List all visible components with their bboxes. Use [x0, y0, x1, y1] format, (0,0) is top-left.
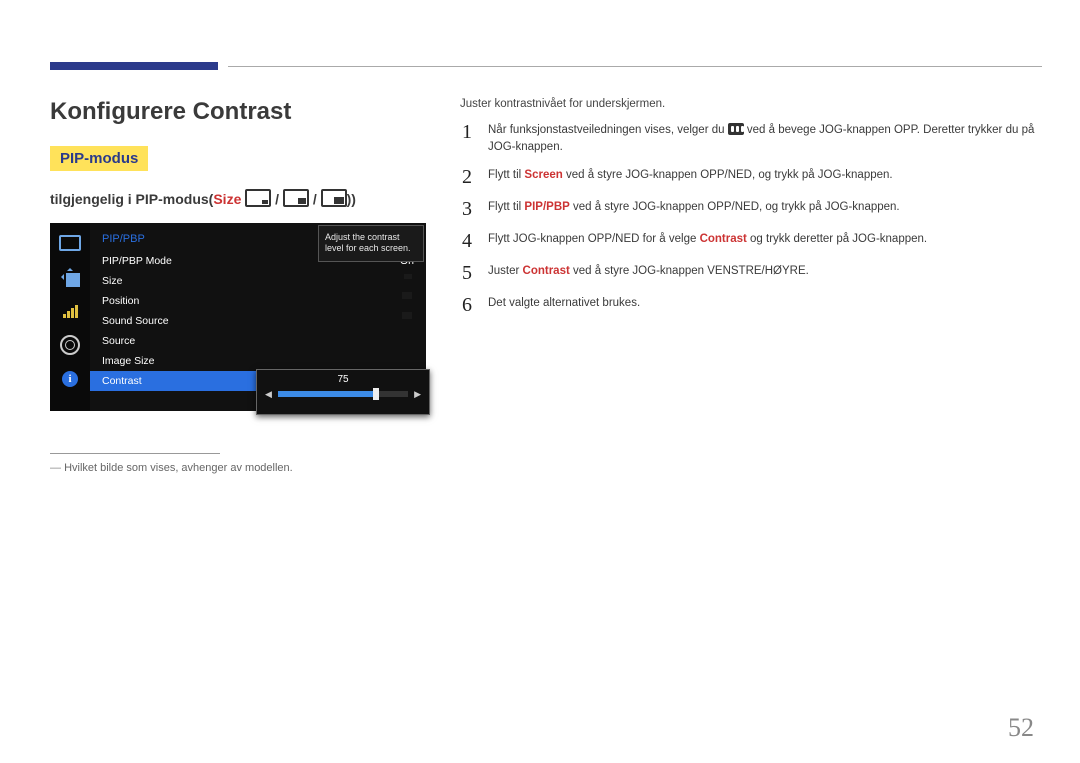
step-text-segment: og trykk deretter på JOG-knappen.: [747, 233, 927, 245]
osd-menu-item: Size: [90, 271, 426, 291]
osd-tooltip: Adjust the contrast level for each scree…: [318, 225, 424, 262]
pip-size-medium-icon: [283, 189, 309, 207]
step-text: Det valgte alternativet brukes.: [488, 295, 640, 315]
bars-icon: [59, 303, 81, 319]
subtitle-prefix: tilgjengelig i PIP-modus(: [50, 191, 213, 207]
step-item: 2 Flytt til Screen ved å styre JOG-knappe…: [460, 167, 1050, 187]
osd-item-label: Position: [102, 295, 139, 307]
steps-list: 1 Når funksjonstastveiledningen vises, ve…: [460, 122, 1050, 315]
slider-bar: [278, 391, 408, 397]
step-text: Flytt JOG-knappen OPP/NED for å velge Co…: [488, 231, 927, 251]
osd-screenshot: i PIP/PBP PIP/PBP ModeOnSizePositionSoun…: [50, 223, 426, 411]
osd-item-label: Size: [102, 275, 122, 287]
step-number: 1: [460, 122, 474, 155]
page-content: Konfigurere Contrast PIP-modus tilgjenge…: [50, 98, 1050, 474]
step-item: 6 Det valgte alternativet brukes.: [460, 295, 1050, 315]
step-number: 3: [460, 199, 474, 219]
osd-item-label: Source: [102, 335, 135, 347]
pip-size-small-icon: [245, 189, 271, 207]
separator: /: [275, 191, 283, 207]
step-text: Når funksjonstastveiledningen vises, vel…: [488, 122, 1050, 155]
subtitle-suffix: )): [347, 191, 356, 207]
slider-track: ◀ ▶: [265, 389, 421, 399]
osd-side-icons: i: [50, 223, 90, 411]
osd-item-label: PIP/PBP Mode: [102, 255, 172, 267]
footnote-rule: [50, 453, 220, 454]
footnote-text: Hvilket bilde som vises, avhenger av mod…: [50, 462, 426, 474]
highlighted-term: PIP/PBP: [524, 201, 569, 213]
step-text: Flytt til PIP/PBP ved å styre JOG-knappe…: [488, 199, 900, 219]
step-text-segment: Når funksjonstastveiledningen vises, vel…: [488, 124, 728, 136]
step-text-segment: Flytt til: [488, 201, 524, 213]
step-text-segment: Flytt til: [488, 169, 524, 181]
step-text-segment: Det valgte alternativet brukes.: [488, 297, 640, 309]
step-item: 3 Flytt til PIP/PBP ved å styre JOG-knapp…: [460, 199, 1050, 219]
step-text-segment: ved å styre JOG-knappen VENSTRE/HØYRE.: [570, 265, 809, 277]
step-text-segment: Flytt JOG-knappen OPP/NED for å velge: [488, 233, 700, 245]
osd-menu: PIP/PBP PIP/PBP ModeOnSizePositionSound …: [90, 223, 426, 411]
right-column: Juster kontrastnivået for underskjermen.…: [460, 98, 1050, 474]
step-text: Flytt til Screen ved å styre JOG-knappen…: [488, 167, 893, 187]
monitor-icon: [59, 235, 81, 251]
slider-value: 75: [265, 374, 421, 385]
osd-menu-item: Image Size: [90, 351, 426, 371]
osd-item-label: Contrast: [102, 375, 142, 387]
info-icon: i: [59, 371, 81, 387]
step-number: 6: [460, 295, 474, 315]
osd-item-label: Image Size: [102, 355, 155, 367]
header-accent-bar: [50, 62, 218, 70]
nav-icon: [59, 269, 81, 285]
menu-button-icon: [728, 123, 744, 135]
step-item: 4 Flytt JOG-knappen OPP/NED for å velge C…: [460, 231, 1050, 251]
step-item: 5 Juster Contrast ved å styre JOG-knappen…: [460, 263, 1050, 283]
slider-left-arrow-icon: ◀: [265, 389, 272, 400]
header-rule: [228, 66, 1042, 67]
step-number: 2: [460, 167, 474, 187]
osd-item-label: Sound Source: [102, 315, 169, 327]
contrast-slider-popup: 75 ◀ ▶: [256, 369, 430, 415]
step-text-segment: ved å styre JOG-knappen OPP/NED, og tryk…: [563, 169, 893, 181]
step-number: 4: [460, 231, 474, 251]
osd-menu-item: Sound Source: [90, 311, 426, 331]
intro-text: Juster kontrastnivået for underskjermen.: [460, 98, 1050, 110]
highlighted-term: Contrast: [700, 233, 747, 245]
gear-icon: [59, 337, 81, 353]
page-number: 52: [1008, 713, 1034, 743]
page-title: Konfigurere Contrast: [50, 98, 426, 126]
step-text: Juster Contrast ved å styre JOG-knappen …: [488, 263, 809, 283]
step-item: 1 Når funksjonstastveiledningen vises, ve…: [460, 122, 1050, 155]
osd-menu-item: Position: [90, 291, 426, 311]
highlighted-term: Screen: [524, 169, 562, 181]
mode-badge: PIP-modus: [50, 146, 148, 171]
left-column: Konfigurere Contrast PIP-modus tilgjenge…: [50, 98, 426, 474]
separator: /: [313, 191, 321, 207]
subtitle-size-word: Size: [213, 191, 241, 207]
pip-size-large-icon: [321, 189, 347, 207]
slider-right-arrow-icon: ▶: [414, 389, 421, 400]
osd-menu-item: Source: [90, 331, 426, 351]
step-text-segment: ved å styre JOG-knappen OPP/NED, og tryk…: [570, 201, 900, 213]
step-text-segment: Juster: [488, 265, 523, 277]
step-number: 5: [460, 263, 474, 283]
highlighted-term: Contrast: [523, 265, 570, 277]
availability-subtitle: tilgjengelig i PIP-modus(Size / / )): [50, 189, 426, 207]
